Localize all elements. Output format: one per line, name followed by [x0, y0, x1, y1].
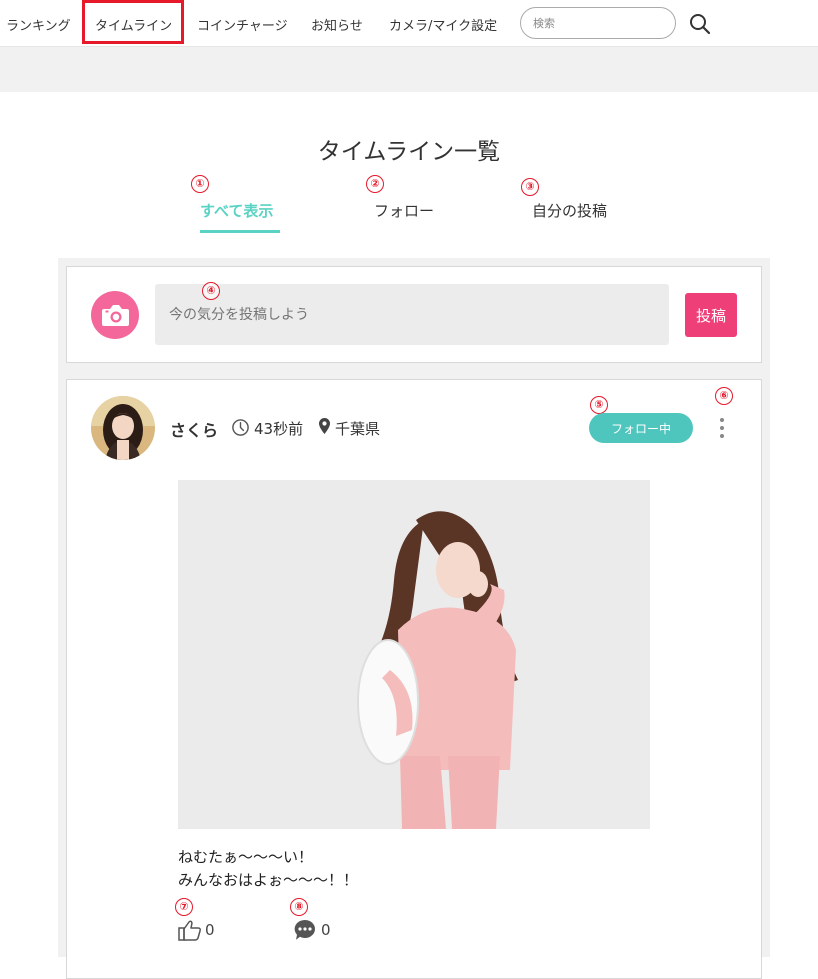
- post-text-line-2: みんなおはよぉ〜〜〜！！: [178, 871, 359, 889]
- comment-count: 0: [321, 921, 331, 939]
- thumbs-up-icon[interactable]: [178, 919, 204, 941]
- comment-icon[interactable]: [293, 918, 317, 942]
- avatar-image: [91, 396, 155, 460]
- search-icon[interactable]: [688, 12, 712, 36]
- annotation-marker-1: ①: [191, 175, 209, 193]
- annotation-marker-7: ⑦: [175, 898, 193, 916]
- following-button[interactable]: フォロー中: [589, 413, 693, 443]
- nav-item-ranking[interactable]: ランキング: [6, 15, 71, 34]
- post-time: 43秒前: [254, 420, 304, 438]
- post-text-line-1: ねむたぁ〜〜〜い！: [178, 848, 314, 866]
- nav-item-notifications[interactable]: お知らせ: [311, 15, 363, 34]
- active-tab-indicator: [200, 230, 280, 233]
- more-options-icon[interactable]: [714, 415, 730, 441]
- post-location: 千葉県: [335, 420, 381, 438]
- nav-item-timeline[interactable]: タイムライン: [95, 15, 172, 34]
- annotation-marker-3: ③: [521, 178, 539, 196]
- post-text-input[interactable]: [155, 284, 669, 345]
- nav-item-camera-mic-settings[interactable]: カメラ/マイク設定: [389, 15, 497, 34]
- avatar[interactable]: [91, 396, 155, 460]
- search-input[interactable]: [520, 7, 676, 39]
- camera-icon: [102, 305, 129, 326]
- annotation-marker-4: ④: [202, 282, 220, 300]
- clock-icon: [232, 419, 249, 436]
- woman-in-pajamas-photo: [178, 480, 650, 829]
- annotation-marker-8: ⑧: [290, 898, 308, 916]
- banner-area: [0, 47, 818, 92]
- post-button[interactable]: 投稿: [685, 293, 737, 337]
- nav-item-coin-charge[interactable]: コインチャージ: [197, 15, 288, 34]
- like-count: 0: [205, 921, 215, 939]
- post-username[interactable]: さくら: [170, 417, 218, 441]
- tab-my-posts[interactable]: 自分の投稿: [532, 200, 607, 221]
- post-body: ねむたぁ〜〜〜い！ みんなおはよぉ〜〜〜！！: [178, 846, 358, 892]
- annotation-marker-6: ⑥: [715, 387, 733, 405]
- page-title: タイムライン一覧: [317, 139, 501, 165]
- tab-all[interactable]: すべて表示: [200, 200, 273, 221]
- annotation-marker-5: ⑤: [590, 396, 608, 414]
- camera-button[interactable]: [91, 291, 139, 339]
- tab-follow[interactable]: フォロー: [374, 200, 434, 221]
- annotation-marker-2: ②: [366, 175, 384, 193]
- post-image[interactable]: [178, 480, 650, 829]
- location-pin-icon: [319, 418, 330, 434]
